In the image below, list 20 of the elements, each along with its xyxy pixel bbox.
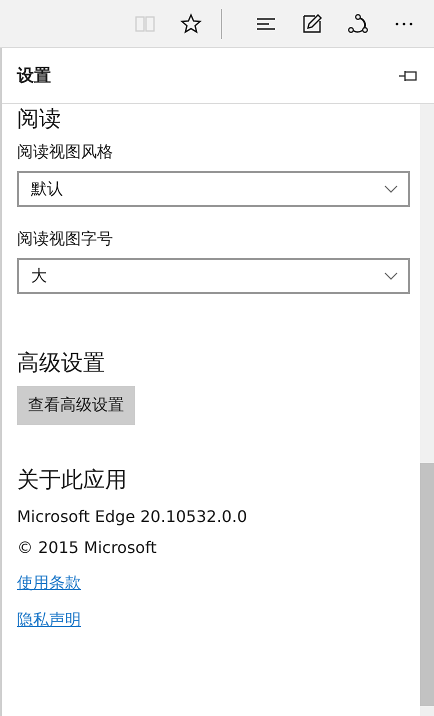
scrollbar-thumb[interactable] — [420, 463, 434, 706]
scrollbar[interactable] — [420, 104, 434, 716]
panel-title: 设置 — [17, 65, 51, 87]
share-icon[interactable] — [346, 12, 370, 36]
link[interactable]: 使用条款 — [17, 573, 81, 594]
field-label: 阅读视图风格 — [17, 142, 114, 163]
info-text: Microsoft Edge 20.10532.0.0 — [17, 507, 248, 526]
field-label: 阅读视图字号 — [17, 229, 114, 250]
advanced-settings-button[interactable]: 查看高级设置 — [17, 386, 135, 425]
pin-icon[interactable] — [398, 70, 418, 82]
chevron-down-icon — [384, 272, 398, 280]
section-heading: 阅读 — [17, 106, 62, 134]
chevron-down-icon — [384, 185, 398, 193]
link[interactable]: 隐私声明 — [17, 610, 81, 631]
dropdown-field[interactable]: 默认 — [17, 171, 410, 207]
star-icon[interactable] — [179, 12, 203, 36]
section-heading: 高级设置 — [17, 350, 106, 378]
info-text: © 2015 Microsoft — [17, 538, 157, 557]
dropdown-field[interactable]: 大 — [17, 258, 410, 294]
section-heading: 关于此应用 — [17, 467, 128, 495]
